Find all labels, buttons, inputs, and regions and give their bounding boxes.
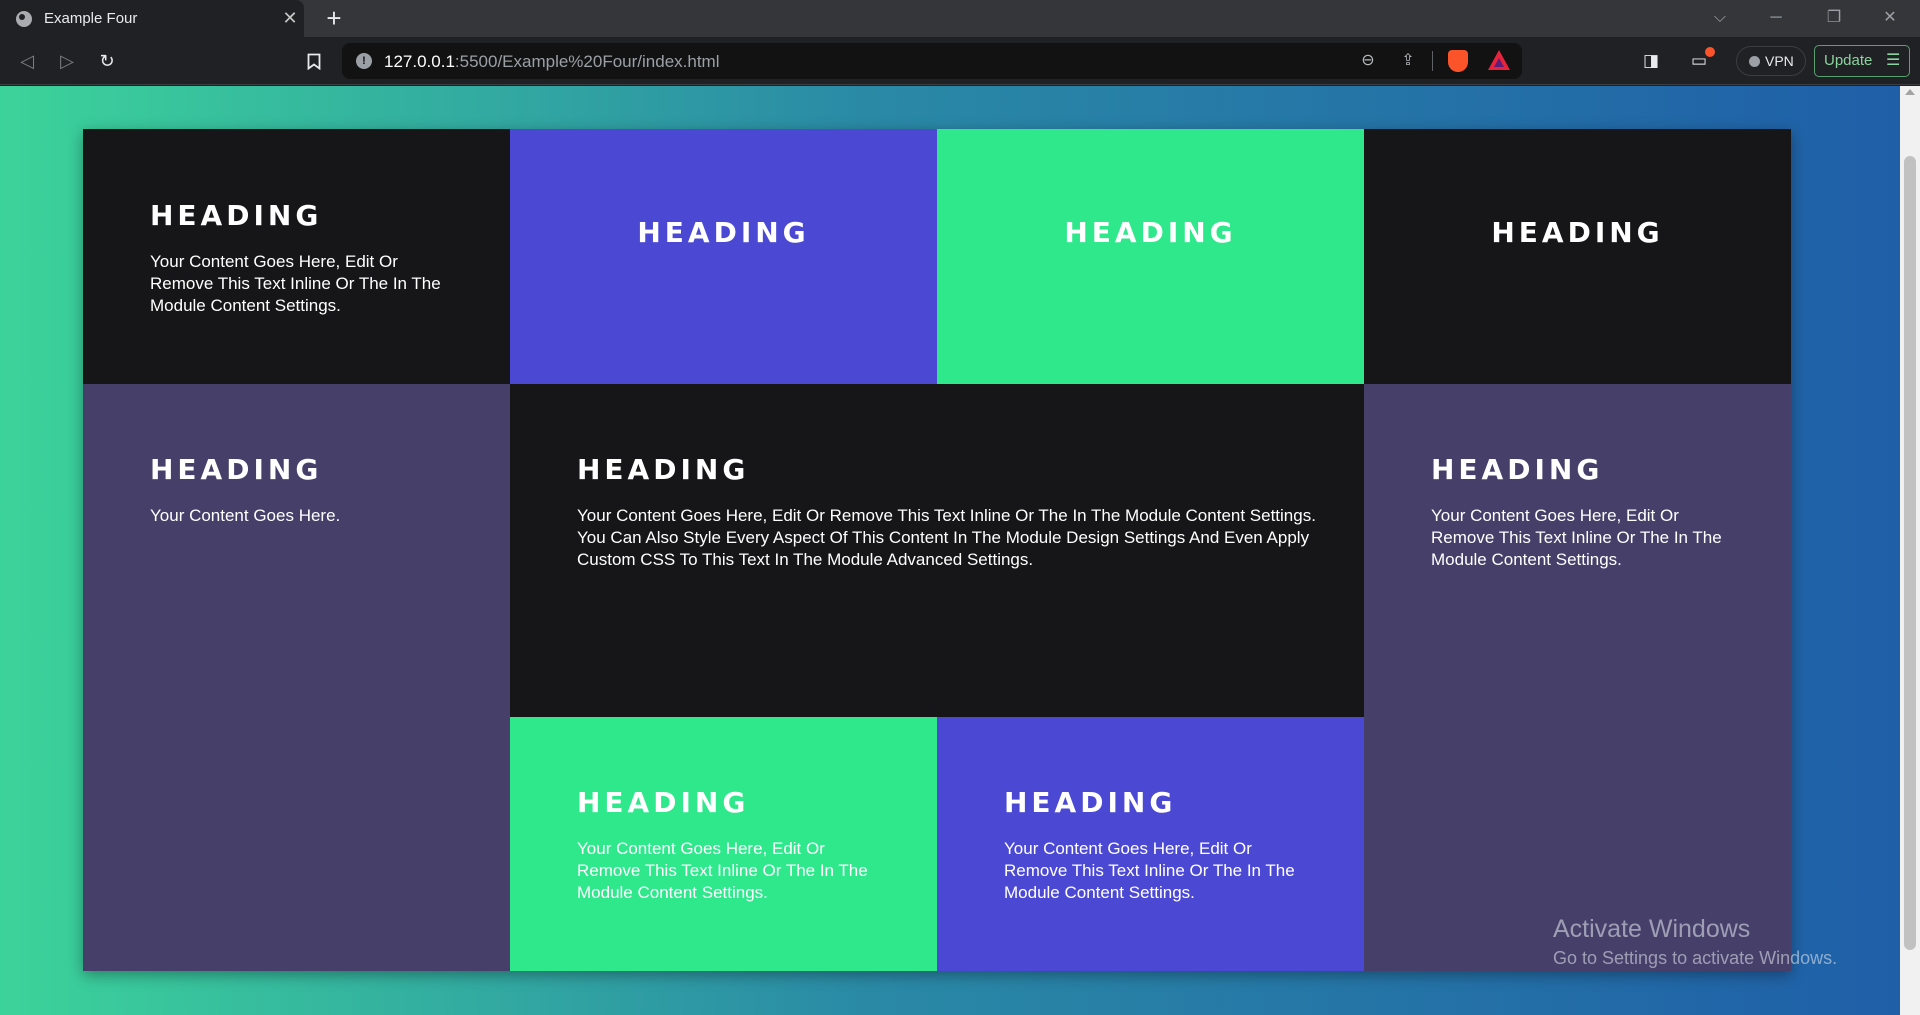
close-tab-icon[interactable]: ✕: [280, 6, 300, 30]
cell-heading: HEADING: [1431, 453, 1604, 486]
bookmark-icon: [307, 53, 321, 70]
browser-tab[interactable]: Example Four ✕: [0, 0, 304, 37]
cell-text: Your Content Goes Here, Edit Or Remove T…: [577, 839, 868, 902]
vertical-scrollbar[interactable]: [1900, 86, 1920, 1015]
sidebar-icon[interactable]: ◨: [1638, 48, 1664, 74]
cell-heading: HEADING: [150, 453, 323, 486]
tab-title: Example Four: [44, 10, 138, 27]
new-tab-button[interactable]: +: [320, 3, 348, 33]
cell-heading: HEADING: [1064, 216, 1237, 249]
tab-strip: Example Four ✕ + ⌵ ─ ❐ ✕: [0, 0, 1920, 37]
menu-icon: ☰: [1886, 52, 1901, 69]
back-button[interactable]: ◁: [12, 46, 42, 76]
update-button[interactable]: Update ☰: [1814, 45, 1910, 77]
cell-heading: HEADING: [577, 453, 750, 486]
grid-cell: HEADING Your Content Goes Here, Edit Or …: [1364, 384, 1791, 971]
restore-button[interactable]: ❐: [1814, 4, 1854, 32]
brave-shields-icon[interactable]: [1448, 50, 1468, 72]
url-text[interactable]: 127.0.0.1:5500/Example%20Four/index.html: [384, 52, 720, 72]
address-bar[interactable]: ! 127.0.0.1:5500/Example%20Four/index.ht…: [342, 43, 1522, 79]
zoom-icon[interactable]: ⊖: [1356, 50, 1380, 72]
grid-cell: HEADING: [510, 129, 937, 384]
watermark-subtitle: Go to Settings to activate Windows.: [1553, 948, 1838, 968]
notification-badge: [1705, 47, 1715, 57]
forward-button[interactable]: ▷: [52, 46, 82, 76]
vpn-status-icon: [1749, 56, 1760, 67]
vpn-label: VPN: [1765, 53, 1794, 69]
grid-cell: HEADING Your Content Goes Here, Edit Or …: [83, 129, 510, 384]
cell-heading: HEADING: [150, 199, 323, 232]
cell-heading: HEADING: [1004, 786, 1177, 819]
url-divider: [1432, 51, 1433, 71]
cell-heading: HEADING: [1491, 216, 1664, 249]
url-path: :5500/Example%20Four/index.html: [454, 52, 720, 71]
minimize-button[interactable]: ─: [1756, 4, 1796, 32]
update-label: Update: [1824, 52, 1873, 69]
cell-text: Your Content Goes Here.: [150, 506, 341, 525]
page-viewport: HEADING Your Content Goes Here, Edit Or …: [0, 86, 1920, 1015]
grid-cell: HEADING Your Content Goes Here.: [83, 384, 510, 971]
scroll-up-arrow-icon[interactable]: [1905, 89, 1915, 95]
share-icon[interactable]: ⇪: [1396, 50, 1420, 72]
reload-button[interactable]: ↻: [92, 46, 122, 76]
watermark-title: Activate Windows: [1553, 915, 1751, 943]
cell-heading: HEADING: [637, 216, 810, 249]
grid-cell: HEADING: [937, 129, 1364, 384]
activation-watermark: Activate Windows Go to Settings to activ…: [1553, 915, 1837, 969]
globe-icon: [16, 11, 32, 27]
url-host: 127.0.0.1: [384, 52, 455, 71]
scrollbar-thumb[interactable]: [1904, 156, 1916, 950]
browser-toolbar: ◁ ▷ ↻ ! 127.0.0.1:5500/Example%20Four/in…: [0, 37, 1920, 85]
tab-list-chevron-down-icon[interactable]: ⌵: [1700, 4, 1740, 32]
brave-rewards-icon[interactable]: [1488, 50, 1510, 70]
cell-text: Your Content Goes Here, Edit Or Remove T…: [577, 506, 1316, 569]
cell-text: Your Content Goes Here, Edit Or Remove T…: [1431, 506, 1722, 569]
vpn-button[interactable]: VPN: [1736, 46, 1806, 76]
cell-text: Your Content Goes Here, Edit Or Remove T…: [150, 252, 441, 315]
close-window-button[interactable]: ✕: [1870, 4, 1910, 32]
grid-cell: HEADING Your Content Goes Here, Edit Or …: [510, 717, 937, 971]
grid-cell: HEADING Your Content Goes Here, Edit Or …: [510, 384, 1364, 717]
site-info-icon[interactable]: !: [356, 53, 372, 69]
content-grid: HEADING Your Content Goes Here, Edit Or …: [83, 129, 1791, 971]
bookmark-button[interactable]: [300, 46, 328, 76]
cell-text: Your Content Goes Here, Edit Or Remove T…: [1004, 839, 1295, 902]
cell-heading: HEADING: [577, 786, 750, 819]
grid-cell: HEADING: [1364, 129, 1791, 384]
grid-cell: HEADING Your Content Goes Here, Edit Or …: [937, 717, 1364, 971]
